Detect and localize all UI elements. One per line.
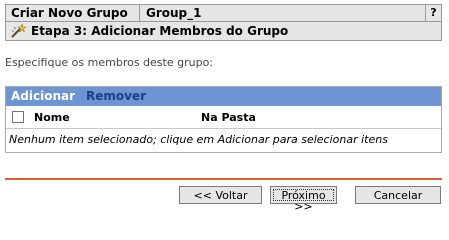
wizard-wand-icon — [10, 23, 27, 39]
title-bar: Criar Novo Grupo Group_1 ? — [5, 4, 442, 22]
column-header-folder[interactable]: Na Pasta — [201, 107, 256, 128]
table-action-bar: Adicionar Remover — [6, 87, 441, 106]
footer-divider — [5, 178, 442, 180]
step-title: Etapa 3: Adicionar Membros do Grupo — [31, 24, 289, 38]
select-all-checkbox[interactable] — [12, 111, 24, 123]
instruction-text: Especifique os membros deste grupo: — [5, 56, 214, 69]
dialog-title: Criar Novo Grupo — [11, 6, 128, 20]
next-button[interactable]: Próximo >> — [270, 186, 337, 212]
cancel-button[interactable]: Cancelar — [355, 186, 441, 204]
column-header-name[interactable]: Nome — [34, 107, 70, 128]
next-button-label: Próximo >> — [273, 189, 334, 212]
back-button[interactable]: << Voltar — [179, 186, 262, 204]
add-link[interactable]: Adicionar — [11, 87, 75, 106]
object-name: Group_1 — [146, 6, 202, 20]
title-separator — [139, 5, 140, 21]
step-bar: Etapa 3: Adicionar Membros do Grupo — [5, 22, 442, 41]
members-table: Adicionar Remover Nome Na Pasta Nenhum i… — [5, 86, 442, 153]
help-button[interactable]: ? — [425, 5, 441, 21]
table-header-row: Nome Na Pasta — [6, 107, 441, 129]
remove-link[interactable]: Remover — [86, 87, 146, 106]
empty-table-message: Nenhum item selecionado; clique em Adici… — [9, 133, 388, 146]
